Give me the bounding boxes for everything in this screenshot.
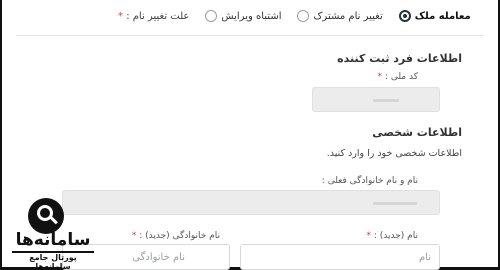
national-code-field[interactable] bbox=[312, 87, 440, 112]
radio-button[interactable] bbox=[297, 10, 310, 22]
personal-section-hint: اطلاعات شخصی خود را وارد کنید. bbox=[326, 148, 462, 159]
radio-label: اشتباه ویرایش bbox=[221, 10, 282, 22]
personal-section-title: اطلاعات شخصی bbox=[372, 126, 462, 139]
required-mark: * bbox=[366, 231, 372, 241]
watermark-logo: سامانه‌ها پورتال جامع سامانه‌ها bbox=[6, 196, 106, 270]
current-name-label: نام و نام خانوادگی فعلی : bbox=[321, 176, 418, 186]
radio-option-change-subscriber[interactable]: تغییر نام مشترک bbox=[297, 10, 383, 22]
reason-radio-group: علت تغییر نام : * اشتباه ویرایش تغییر نا… bbox=[112, 10, 484, 22]
radio-option-edit-mistake[interactable]: اشتباه ویرایش bbox=[205, 10, 281, 22]
current-name-field[interactable] bbox=[62, 190, 440, 215]
required-mark: * bbox=[377, 72, 383, 82]
registrant-section-title: اطلاعات فرد ثبت کننده bbox=[337, 52, 462, 65]
national-code-label: کد ملی : * bbox=[377, 72, 418, 82]
reason-label: علت تغییر نام : * bbox=[118, 10, 190, 22]
divider bbox=[16, 35, 484, 36]
required-mark: * bbox=[118, 10, 123, 22]
radio-option-property-deal[interactable]: معامله ملک bbox=[398, 10, 471, 22]
form-panel: علت تغییر نام : * اشتباه ویرایش تغییر نا… bbox=[0, 0, 500, 270]
radio-label: تغییر نام مشترک bbox=[313, 10, 383, 22]
new-first-name-placeholder: نام bbox=[418, 252, 431, 263]
watermark-brand: سامانه‌ها bbox=[15, 230, 91, 250]
masked-value bbox=[373, 202, 417, 205]
new-first-name-label: نام (جدید) : * bbox=[366, 231, 419, 241]
radio-button-selected[interactable] bbox=[398, 10, 411, 22]
new-last-name-placeholder: نام خانوادگی bbox=[132, 252, 185, 263]
required-mark: * bbox=[131, 231, 137, 241]
radio-label: معامله ملک bbox=[414, 10, 471, 22]
masked-value bbox=[373, 99, 399, 102]
new-first-name-input[interactable]: نام bbox=[240, 244, 440, 270]
new-last-name-label: نام خانوادگی (جدید) : * bbox=[131, 231, 220, 241]
radio-button[interactable] bbox=[205, 10, 218, 22]
magnifier-icon bbox=[28, 198, 64, 234]
watermark-subtitle: پورتال جامع سامانه‌ها bbox=[29, 253, 77, 270]
